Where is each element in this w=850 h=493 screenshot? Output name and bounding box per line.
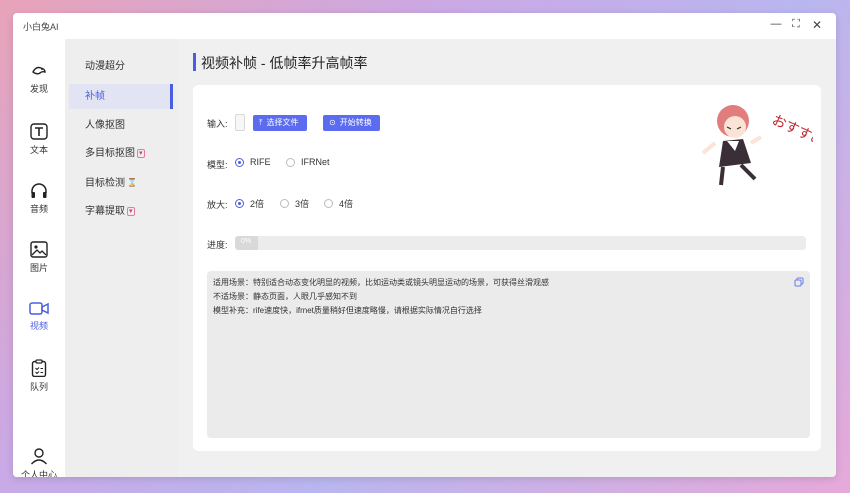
user-icon [30, 448, 48, 465]
input-label: 输入: [207, 119, 228, 129]
description-box: 适用场景：特别适合动态变化明显的视频，比如运动类或镜头明显运动的场景，可获得丝滑… [207, 271, 810, 438]
nav-label: 个人中心 [20, 470, 57, 477]
main-content: 视频补帧 - 低帧率升高帧率 输入: ⤒ 选择文件 ⊙ 开始转换 模型: RIFE … [178, 39, 836, 477]
play-circle-icon: ⊙ [329, 118, 336, 127]
description-line: 不适场景：静态页面，人眼几乎感知不到 [213, 292, 357, 301]
radio-label: 4倍 [339, 199, 354, 209]
description-line: 适用场景：特别适合动态变化明显的视频，比如运动类或镜头明显运动的场景，可获得丝滑… [213, 278, 549, 287]
image-icon [30, 241, 48, 258]
close-button[interactable]: ✕ [810, 18, 824, 32]
nav-item-audio[interactable]: 音频 [13, 182, 65, 215]
button-label: 选择文件 [266, 118, 299, 127]
nav-item-profile[interactable]: 个人中心 [13, 447, 65, 477]
nav-item-queue[interactable]: 队列 [13, 359, 65, 393]
start-convert-button[interactable]: ⊙ 开始转换 [323, 115, 380, 131]
page-title: 视频补帧 - 低帧率升高帧率 [201, 55, 368, 71]
progress-bar: 0% [235, 236, 806, 250]
model-radio-ifrnet[interactable]: IFRNet [286, 157, 330, 167]
settings-panel: 输入: ⤒ 选择文件 ⊙ 开始转换 模型: RIFE IFRNet 放大: 2倍 3… [193, 85, 821, 451]
maximize-button[interactable]: ⛶ [789, 18, 803, 31]
select-file-button[interactable]: ⤒ 选择文件 [253, 115, 307, 131]
nav-item-text[interactable]: 文本 [13, 123, 65, 156]
radio-dot [280, 199, 289, 208]
radio-dot [235, 157, 244, 167]
app-window: 小白兔AI — ⛶ ✕ 发现 文本 音频 图片 视频 队列 个人中心 动漫超分 … [13, 13, 836, 477]
nav-label: 音频 [29, 204, 48, 214]
new-badge-icon: ▾ [127, 207, 135, 216]
sub-nav-label: 目标检测 [85, 178, 125, 189]
nav-label: 队列 [29, 382, 48, 392]
radio-label: IFRNet [301, 157, 330, 167]
sub-nav-item-multi-matting[interactable]: 多目标抠图 ▾ [69, 141, 173, 166]
left-nav: 发现 文本 音频 图片 视频 队列 个人中心 [13, 39, 65, 477]
upload-icon: ⤒ [259, 118, 263, 127]
headphones-icon [31, 183, 47, 198]
radio-label: 2倍 [250, 199, 265, 209]
radio-dot [235, 199, 244, 208]
radio-dot [286, 157, 295, 167]
video-icon [29, 302, 49, 315]
text-icon [30, 123, 48, 140]
nav-item-video[interactable]: 视频 [13, 301, 65, 332]
hourglass-icon: ⌛ [127, 178, 137, 187]
model-radio-rife[interactable]: RIFE [235, 157, 271, 167]
scale-radio-3x[interactable]: 3倍 [280, 197, 309, 210]
sub-nav-label: 人像抠图 [85, 120, 125, 131]
sub-nav-item-portrait-matting[interactable]: 人像抠图 [69, 113, 173, 138]
scale-label: 放大: [207, 200, 228, 210]
nav-label: 发现 [29, 84, 48, 94]
nav-label: 视频 [29, 321, 48, 331]
sub-nav-item-subtitle-extract[interactable]: 字幕提取 ▾ [69, 199, 173, 224]
radio-label: 3倍 [295, 199, 310, 209]
minimize-button[interactable]: — [769, 18, 783, 30]
mascot-illustration: おすすめ! [701, 105, 813, 186]
model-label: 模型: [207, 160, 228, 170]
radio-label: RIFE [250, 157, 271, 167]
copy-icon[interactable] [794, 277, 804, 287]
input-file-field[interactable] [235, 114, 245, 131]
radio-dot [324, 199, 333, 208]
sub-nav-item-anime-upscale[interactable]: 动漫超分 [69, 54, 173, 79]
sub-nav: 动漫超分 补帧 人像抠图 多目标抠图 ▾ 目标检测 ⌛ 字幕提取 ▾ [65, 39, 178, 477]
new-badge-icon: ▾ [137, 149, 145, 158]
sub-nav-item-object-detect[interactable]: 目标检测 ⌛ [69, 170, 173, 195]
button-label: 开始转换 [339, 118, 372, 127]
sub-nav-label: 动漫超分 [85, 61, 125, 72]
sub-nav-label: 补帧 [85, 91, 105, 102]
mascot-caption: おすすめ! [769, 112, 813, 153]
progress-text: 0% [241, 238, 252, 245]
title-bar: 小白兔AI — ⛶ ✕ [13, 13, 836, 39]
app-title: 小白兔AI [23, 22, 59, 32]
scale-radio-2x[interactable]: 2倍 [235, 197, 264, 210]
nav-item-discover[interactable]: 发现 [13, 63, 65, 95]
nav-item-image[interactable]: 图片 [13, 241, 65, 274]
nav-label: 图片 [29, 263, 48, 273]
discover-icon [32, 66, 46, 75]
nav-label: 文本 [29, 145, 48, 155]
sub-nav-label: 字幕提取 [85, 206, 125, 217]
sub-nav-label: 多目标抠图 [85, 148, 135, 159]
description-line: 模型补充：rife速度快，ifrnet质量稍好但速度略慢，请根据实际情况自行选择 [213, 306, 482, 315]
progress-label: 进度: [207, 240, 228, 250]
clipboard-icon [31, 359, 47, 377]
sub-nav-item-frame-interp[interactable]: 补帧 [69, 84, 173, 109]
scale-radio-4x[interactable]: 4倍 [324, 197, 353, 210]
